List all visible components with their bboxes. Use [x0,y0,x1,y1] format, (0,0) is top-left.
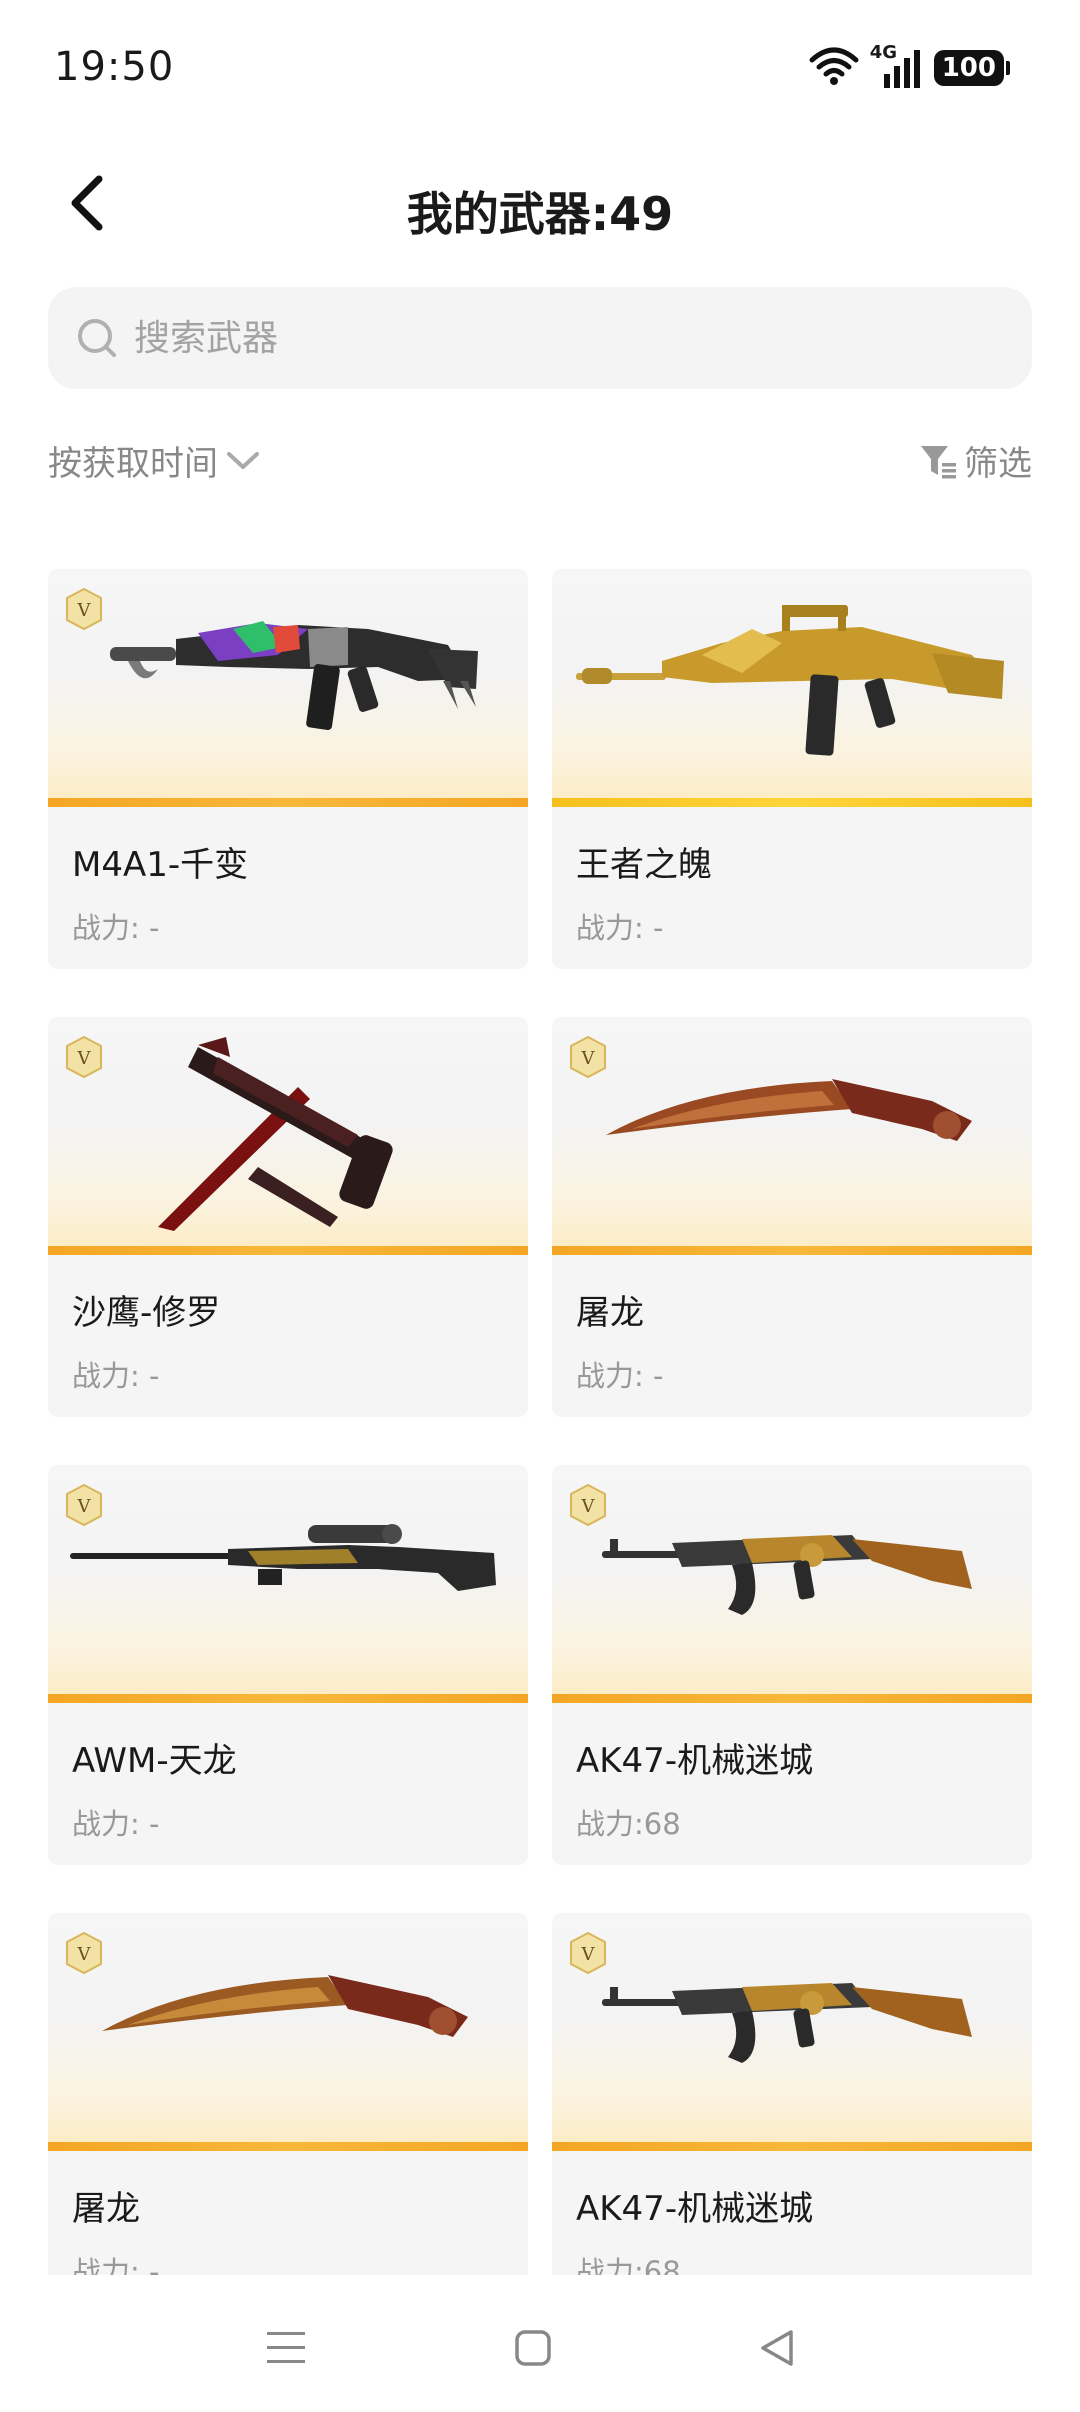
weapon-card[interactable]: V AK47-机械迷城 战力:68 [552,1465,1032,1865]
rarity-bar [48,798,528,807]
weapon-power: 战力: - [72,1807,160,1841]
status-indicators: 4G 100 [808,42,1011,90]
weapon-name: 沙鹰-修罗 [72,1293,221,1333]
menu-icon [265,2328,307,2372]
weapon-card[interactable]: V AWM-天龙 战力: - [48,1465,528,1865]
search-icon [72,313,122,363]
weapon-card[interactable]: V 屠龙 战力: - [552,1017,1032,1417]
rarity-bar [48,2142,528,2151]
weapon-card[interactable]: V 屠龙 战力: - [48,1913,528,2275]
status-time: 19:50 [54,44,175,90]
ak47-image [602,1983,972,2063]
rarity-bar [48,1694,528,1703]
knife-image [606,1079,972,1141]
weapon-image-area: V [552,1017,1032,1255]
weapon-image-area: V [552,1913,1032,2151]
page-header: 我的武器:49 [0,140,1080,270]
weapon-power: 战力:68 [576,1807,681,1841]
home-square-icon [513,2328,553,2372]
search-bar[interactable] [48,287,1032,389]
knife-image [102,1975,468,2037]
weapon-name: 屠龙 [72,2189,140,2229]
status-bar: 19:50 4G 100 [0,0,1080,140]
weapon-card[interactable]: V AK47-机械迷城 战力:68 [552,1913,1032,2275]
nav-back-button[interactable] [747,2320,807,2380]
rarity-bar [552,2142,1032,2151]
weapon-image-area: V [48,1913,528,2151]
page-title: 我的武器:49 [406,187,674,241]
filter-button[interactable]: 筛选 [918,436,1032,485]
weapon-power: 战力: - [72,1359,160,1393]
weapon-power: 战力: - [72,2255,160,2275]
filter-label: 筛选 [964,444,1032,484]
weapon-card[interactable]: 王者之魄 战力: - [552,569,1032,969]
rarity-bar [552,1694,1032,1703]
rifle-image [576,605,1004,756]
ak47-image [602,1535,972,1615]
weapon-grid: V M4A1-千变 战力: - 王者之魄 战力: - V 沙鹰-修罗 战力: -… [48,569,1032,2275]
weapon-image-area: V [48,569,528,807]
weapon-name: 屠龙 [576,1293,644,1333]
sniper-image [70,1524,496,1591]
chevron-down-icon [226,444,260,478]
sort-label: 按获取时间 [48,444,218,484]
cellular-signal-icon: 4G [870,42,920,88]
weapon-image-area [552,569,1032,807]
network-type: 4G [869,42,898,63]
weapon-name: M4A1-千变 [72,845,249,885]
sort-filter-row: 按获取时间 筛选 [48,436,1032,492]
weapon-name: AK47-机械迷城 [576,2189,814,2229]
search-input[interactable] [134,317,954,359]
rifle-image [110,621,478,730]
weapon-power: 战力: - [576,911,664,945]
sort-dropdown[interactable]: 按获取时间 [48,436,260,485]
nav-home-button[interactable] [503,2320,563,2380]
wifi-icon [808,46,860,90]
system-nav-bar [0,2280,1080,2412]
back-triangle-icon [757,2328,797,2372]
nav-menu-button[interactable] [256,2320,316,2380]
rarity-bar [552,1246,1032,1255]
weapon-card[interactable]: V 沙鹰-修罗 战力: - [48,1017,528,1417]
filter-icon [918,441,958,481]
weapon-power: 战力:68 [576,2255,681,2275]
weapon-image-area: V [552,1465,1032,1703]
weapon-power: 战力: - [72,911,160,945]
weapon-name: 王者之魄 [576,845,712,885]
weapon-card[interactable]: V M4A1-千变 战力: - [48,569,528,969]
weapon-power: 战力: - [576,1359,664,1393]
weapon-name: AWM-天龙 [72,1741,237,1781]
battery-indicator: 100 [933,50,1011,86]
weapon-image-area: V [48,1017,528,1255]
weapon-name: AK47-机械迷城 [576,1741,814,1781]
rarity-bar [48,1246,528,1255]
rarity-bar [552,798,1032,807]
pistol-image [158,1037,393,1231]
weapon-image-area: V [48,1465,528,1703]
